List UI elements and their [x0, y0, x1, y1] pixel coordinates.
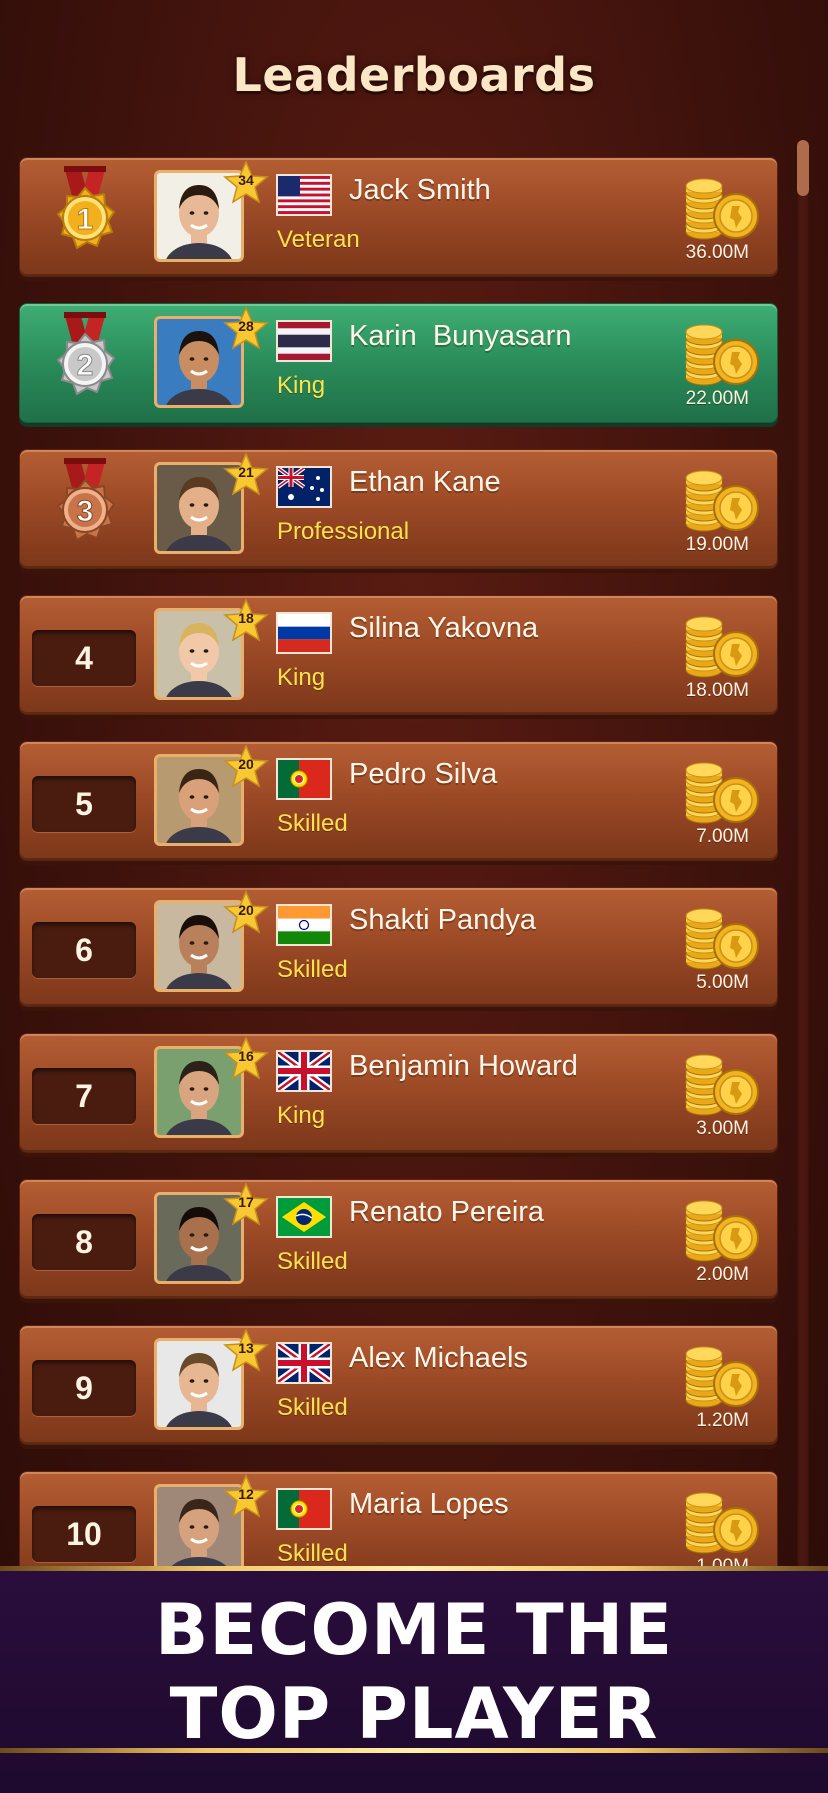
- leaderboard-row[interactable]: 7 16 Benjamin Howard King 3.00M: [19, 1033, 778, 1153]
- uk-flag-icon: [276, 1050, 332, 1092]
- coins-icon: [680, 760, 762, 824]
- svg-text:1: 1: [77, 203, 94, 236]
- uk-flag-icon: [276, 1342, 332, 1384]
- player-name: Renato Pereira: [349, 1196, 545, 1228]
- coin-amount: 36.00M: [685, 242, 749, 263]
- level-number: 16: [238, 1048, 254, 1064]
- coin-amount: 1.20M: [696, 1410, 749, 1431]
- player-title: King: [277, 372, 326, 399]
- level-number: 20: [238, 902, 254, 918]
- svg-text:2: 2: [77, 349, 94, 382]
- player-title: Skilled: [277, 1248, 348, 1275]
- player-title: Skilled: [277, 956, 348, 983]
- coin-amount: 5.00M: [696, 972, 749, 993]
- player-title: King: [277, 664, 326, 691]
- coin-amount: 2.00M: [696, 1264, 749, 1285]
- player-name: Karin Bunyasarn: [349, 320, 572, 352]
- rank-number: 5: [32, 776, 136, 832]
- australia-flag-icon: [276, 466, 332, 508]
- player-name: Alex Michaels: [349, 1342, 528, 1374]
- scrollbar-thumb[interactable]: [797, 140, 809, 196]
- leaderboard-row[interactable]: 6 20 Shakti Pandya Skilled 5.00M: [19, 887, 778, 1007]
- india-flag-icon: [276, 904, 332, 946]
- rank-number: 8: [32, 1214, 136, 1270]
- player-title: Skilled: [277, 810, 348, 837]
- rank-number: 7: [32, 1068, 136, 1124]
- level-number: 18: [238, 610, 254, 626]
- russia-flag-icon: [276, 612, 332, 654]
- bronze-medal-icon: 3: [42, 458, 128, 562]
- coins-icon: [680, 1344, 762, 1408]
- leaderboard-row[interactable]: 10 12 Maria Lopes Skilled 1.00M: [19, 1471, 778, 1566]
- leaderboard-row[interactable]: 2 28 Karin Bunyasarn King 22.00M: [19, 303, 778, 423]
- level-number: 13: [238, 1340, 254, 1356]
- rank-number: 6: [32, 922, 136, 978]
- level-number: 17: [238, 1194, 254, 1210]
- leaderboard-row[interactable]: 8 17 Renato Pereira Skilled 2.00M: [19, 1179, 778, 1299]
- player-title: King: [277, 1102, 326, 1129]
- coin-amount: 1.00M: [696, 1556, 749, 1566]
- player-title: Veteran: [277, 226, 360, 253]
- banner-gold-line-bottom: [0, 1748, 828, 1753]
- player-name: Silina Yakovna: [349, 612, 539, 644]
- level-number: 12: [238, 1486, 254, 1502]
- coin-amount: 19.00M: [685, 534, 749, 555]
- leaderboard-row[interactable]: 4 18 Silina Yakovna King 18.00M: [19, 595, 778, 715]
- player-title: Professional: [277, 518, 410, 545]
- rank-number: 4: [32, 630, 136, 686]
- portugal-flag-icon: [276, 1488, 332, 1530]
- leaderboard-row[interactable]: 1 34 Jack Smith Veteran 36.00M: [19, 157, 778, 277]
- coins-icon: [680, 1198, 762, 1262]
- level-number: 21: [238, 464, 254, 480]
- rank-number: 10: [32, 1506, 136, 1562]
- coins-icon: [680, 614, 762, 678]
- usa-flag-icon: [276, 174, 332, 216]
- portugal-flag-icon: [276, 758, 332, 800]
- coins-icon: [680, 1490, 762, 1554]
- level-number: 20: [238, 756, 254, 772]
- player-name: Shakti Pandya: [349, 904, 537, 936]
- player-name: Pedro Silva: [349, 758, 498, 790]
- player-name: Benjamin Howard: [349, 1050, 578, 1082]
- leaderboard-row[interactable]: 9 13 Alex Michaels Skilled 1.20M: [19, 1325, 778, 1445]
- level-number: 34: [238, 172, 254, 188]
- banner-line-2: TOP PLAYER: [169, 1673, 659, 1755]
- player-name: Ethan Kane: [349, 466, 501, 498]
- scrollbar[interactable]: [797, 140, 809, 1570]
- player-name: Jack Smith: [349, 174, 491, 206]
- leaderboard-list[interactable]: 1 34 Jack Smith Veteran 36.00M 2 28 Kari…: [0, 0, 828, 1566]
- promo-banner: BECOME THE TOP PLAYER: [0, 1566, 828, 1793]
- coins-icon: [680, 1052, 762, 1116]
- coin-amount: 22.00M: [685, 388, 749, 409]
- leaderboard-row[interactable]: 5 20 Pedro Silva Skilled 7.00M: [19, 741, 778, 861]
- coins-icon: [680, 176, 762, 240]
- coin-amount: 18.00M: [685, 680, 749, 701]
- brazil-flag-icon: [276, 1196, 332, 1238]
- coin-amount: 3.00M: [696, 1118, 749, 1139]
- thailand-flag-icon: [276, 320, 332, 362]
- player-name: Maria Lopes: [349, 1488, 509, 1520]
- coins-icon: [680, 906, 762, 970]
- banner-text: BECOME THE TOP PLAYER: [0, 1588, 828, 1756]
- coins-icon: [680, 322, 762, 386]
- banner-line-1: BECOME THE: [154, 1589, 674, 1671]
- banner-gold-line-top: [0, 1566, 828, 1571]
- player-title: Skilled: [277, 1540, 348, 1566]
- player-title: Skilled: [277, 1394, 348, 1421]
- gold-medal-icon: 1: [42, 166, 128, 270]
- silver-medal-icon: 2: [42, 312, 128, 416]
- rank-number: 9: [32, 1360, 136, 1416]
- level-number: 28: [238, 318, 254, 334]
- svg-text:3: 3: [77, 495, 94, 528]
- leaderboard-row[interactable]: 3 21 Ethan Kane Professional 19.00M: [19, 449, 778, 569]
- coins-icon: [680, 468, 762, 532]
- coin-amount: 7.00M: [696, 826, 749, 847]
